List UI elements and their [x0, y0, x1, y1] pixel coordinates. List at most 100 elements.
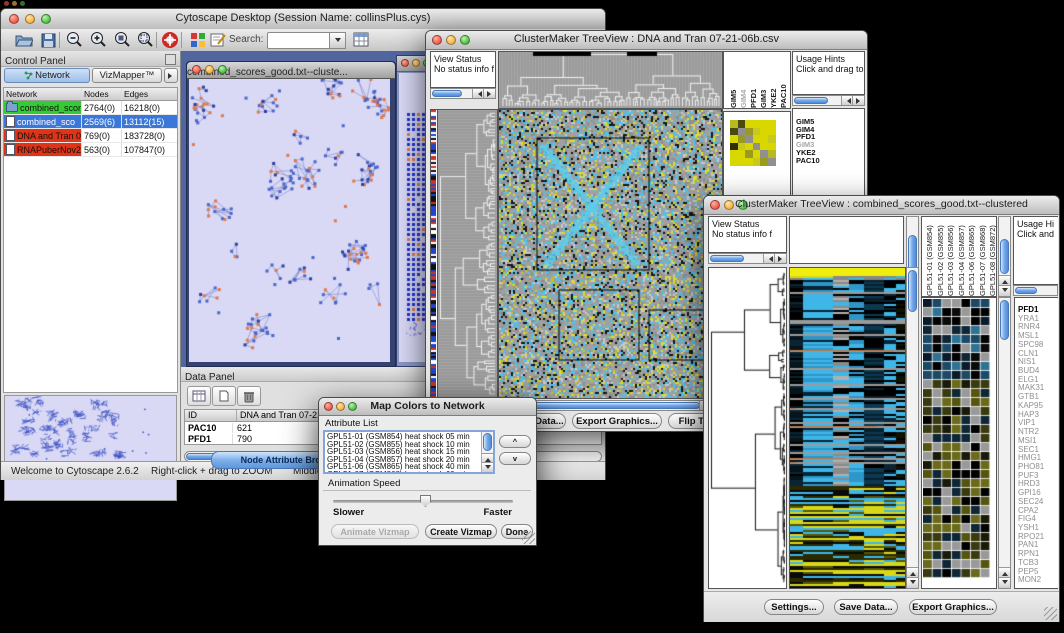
move-up-button[interactable]: ^ [499, 435, 531, 448]
tv1-column-label: YKE2 [769, 52, 778, 108]
scroll-right-icon[interactable] [483, 89, 495, 98]
network-row[interactable]: RNAPuberNov2+|563(0)107847(0) [4, 143, 177, 157]
tv1-row-dendrogram[interactable] [437, 109, 498, 399]
tv2-column-dendrogram[interactable] [789, 216, 904, 264]
network-canvas-1[interactable] [189, 79, 390, 362]
tv1-view-status: View Status No status info f [430, 51, 496, 88]
animate-vizmap-button[interactable]: Animate Vizmap [331, 524, 419, 539]
network-row[interactable]: DNA and Tran 07769(0)183728(0) [4, 129, 177, 143]
scroll-right-icon[interactable] [774, 254, 786, 263]
minimize-icon[interactable] [412, 59, 420, 67]
tv2-genes-vscrollbar[interactable] [998, 297, 1011, 589]
zoom-selected-icon[interactable] [134, 30, 156, 50]
matrix-cell [730, 158, 738, 166]
tab-vizmapper[interactable]: VizMapper™ [92, 68, 162, 83]
delete-attribute-icon[interactable] [237, 386, 261, 406]
matrix-cell [768, 135, 776, 143]
faster-label: Faster [483, 507, 512, 518]
treeview1-title: ClusterMaker TreeView : DNA and Tran 07-… [426, 33, 867, 45]
annotation-icon[interactable] [207, 30, 229, 50]
tv1-hints-scrollbar[interactable] [792, 95, 865, 106]
network-list-header[interactable]: Network Nodes Edges [4, 88, 177, 101]
scroll-right-icon[interactable] [852, 96, 864, 105]
button-export-graphics[interactable]: Export Graphics... [572, 413, 662, 429]
create-vizmap-button[interactable]: Create Vizmap [425, 524, 497, 539]
open-file-icon[interactable] [13, 30, 35, 50]
tv1-column-label: PFD1 [749, 52, 758, 108]
move-down-button[interactable]: v [499, 452, 531, 465]
new-attribute-icon[interactable] [212, 386, 236, 406]
matrix-cell [738, 150, 746, 158]
matrix-cell [753, 143, 761, 151]
attribute-select-icon[interactable] [187, 386, 211, 406]
network-table-icon[interactable] [350, 30, 372, 50]
tv2-zoom-heatmap[interactable] [921, 297, 997, 589]
zoom-fit-icon[interactable] [111, 30, 133, 50]
matrix-cell [738, 128, 746, 136]
file-icon [6, 144, 15, 155]
map-colors-dialog: Map Colors to Network Attribute List GPL… [318, 397, 537, 546]
close-icon[interactable] [401, 59, 409, 67]
tv2-column-labels: GPL51-01 (GSM854)GPL51-02 (GSM855)GPL51-… [921, 216, 997, 297]
speed-slider-thumb[interactable] [420, 495, 431, 507]
dialog-titlebar[interactable]: Map Colors to Network [319, 398, 536, 416]
search-label: Search: [229, 34, 263, 45]
status-welcome: Welcome to Cytoscape 2.6.2 [11, 466, 139, 477]
scroll-down-icon[interactable] [907, 577, 918, 588]
matrix-cell [760, 150, 768, 158]
network-row[interactable]: combined_sco2569(6)13112(15) [4, 115, 177, 129]
listbox-vscrollbar[interactable] [481, 432, 493, 472]
help-ring-icon[interactable] [159, 30, 181, 50]
minimize-icon[interactable] [205, 65, 214, 74]
scroll-down-icon[interactable] [482, 462, 493, 472]
zoom-in-icon[interactable] [87, 30, 109, 50]
matrix-cell [730, 120, 738, 128]
tv1-column-label: GIM5 [729, 52, 738, 108]
matrix-cell [760, 158, 768, 166]
network-row[interactable]: combined_scores2764(0)16218(0) [4, 101, 177, 115]
button-export-graphics[interactable]: Export Graphics... [909, 599, 997, 615]
resize-grip[interactable] [522, 531, 535, 544]
scroll-down-icon[interactable] [999, 285, 1010, 296]
tv1-column-dendrogram[interactable] [498, 51, 723, 109]
matrix-cell [745, 120, 753, 128]
cropped-traffic-lights [4, 1, 34, 7]
matrix-cell [745, 143, 753, 151]
data-panel-title: Data Panel [181, 372, 234, 383]
tv2-heatmap[interactable] [789, 267, 906, 589]
tv2-row-dendrogram[interactable] [708, 267, 787, 589]
tv2-labels-vscrollbar[interactable] [998, 216, 1011, 297]
tv2-heatmap-vscrollbar[interactable] [906, 267, 919, 589]
treeview1-titlebar[interactable]: ClusterMaker TreeView : DNA and Tran 07-… [426, 31, 867, 50]
tv2-status-scrollbar[interactable] [708, 253, 787, 264]
treeview2-titlebar[interactable]: ClusterMaker TreeView : combined_scores_… [704, 196, 1059, 215]
tab-network[interactable]: Network [4, 68, 90, 83]
tv2-column-label: GPL51-07 (GSM868) [978, 217, 988, 296]
matrix-cell [745, 128, 753, 136]
tv2-column-label: GPL51-01 (GSM854) [925, 217, 935, 296]
resize-grip[interactable] [1044, 607, 1057, 620]
zoom-out-icon[interactable] [63, 30, 85, 50]
vizmapper-icon[interactable] [187, 30, 209, 50]
tv1-status-scrollbar[interactable] [430, 88, 496, 99]
tv1-column-label: GIM3 [759, 52, 768, 108]
search-input[interactable] [267, 32, 331, 49]
tab-overflow-arrow[interactable] [164, 68, 178, 83]
attribute-list-item[interactable]: GPL51-07 (GSM868) heat shock 60 min [327, 471, 493, 475]
save-icon[interactable] [37, 30, 59, 50]
button-settings[interactable]: Settings... [764, 599, 824, 615]
folder-icon [6, 103, 18, 112]
close-icon[interactable] [192, 65, 201, 74]
search-dropdown[interactable] [329, 32, 346, 49]
zoom-window-icon[interactable] [218, 65, 227, 74]
matrix-cell [730, 150, 738, 158]
tv2-hints-scrollbar[interactable] [1013, 285, 1058, 296]
attribute-list-label: Attribute List [325, 418, 378, 429]
tv1-heatmap[interactable] [498, 109, 723, 399]
main-titlebar[interactable]: Cytoscape Desktop (Session Name: collins… [1, 9, 605, 30]
button-save-data[interactable]: Save Data... [834, 599, 898, 615]
network-overview[interactable] [4, 395, 177, 501]
scroll-down-icon[interactable] [999, 577, 1010, 588]
attribute-listbox[interactable]: GPL51-01 (GSM854) heat shock 05 minGPL51… [323, 430, 495, 474]
float-panel-icon[interactable] [165, 54, 176, 65]
